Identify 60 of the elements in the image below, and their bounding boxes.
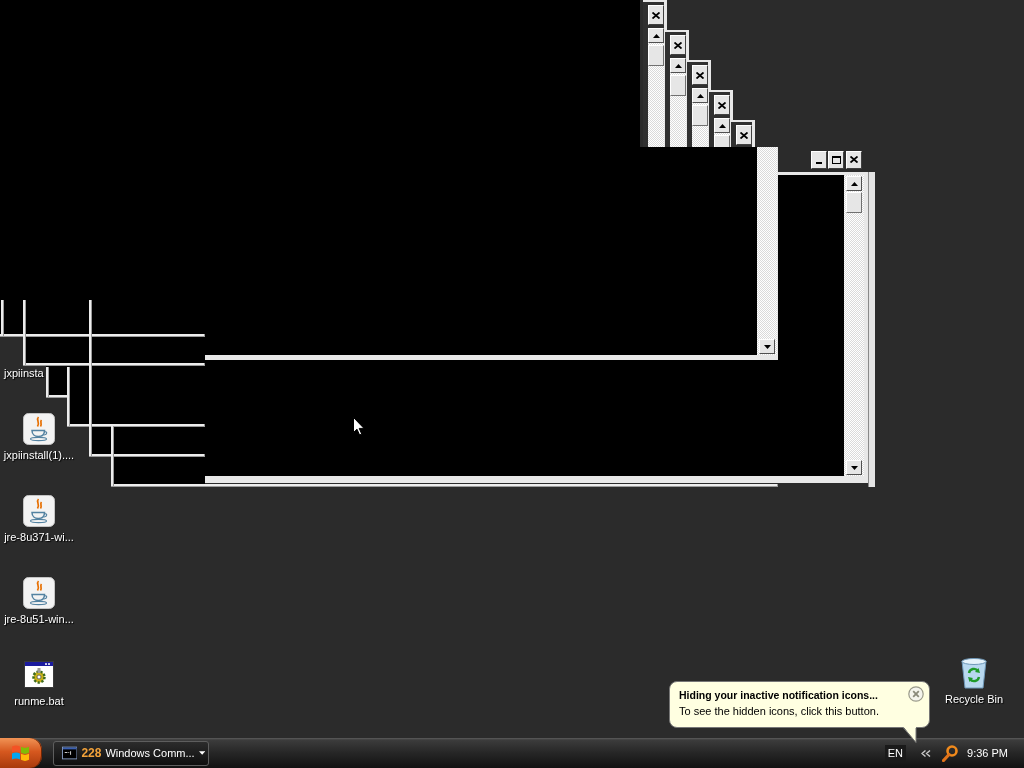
scrollbar-thumb[interactable] (846, 192, 862, 213)
taskbar-button[interactable]: 228 Windows Comm... (53, 740, 209, 766)
caret-down-icon (198, 751, 205, 755)
scroll-down-button[interactable] (759, 339, 775, 354)
scroll-up-button[interactable] (648, 28, 664, 43)
balloon-pointer (903, 727, 917, 743)
windows-logo-icon (11, 744, 31, 762)
scroll-up-button[interactable] (670, 58, 686, 73)
magnifier-icon[interactable] (942, 744, 959, 762)
maximize-icon (831, 155, 841, 164)
icon-label[interactable]: jre-8u371-wi... (4, 531, 74, 544)
caret-down-icon (850, 465, 858, 470)
icon-label[interactable]: runme.bat (14, 695, 64, 708)
scrollbar[interactable] (670, 58, 686, 147)
caret-up-icon (696, 93, 704, 98)
coffee-cup-icon[interactable] (23, 577, 55, 609)
caret-up-icon (718, 123, 726, 128)
close-icon (740, 131, 748, 139)
minimize-button[interactable] (811, 150, 827, 169)
close-icon (850, 156, 858, 163)
mouse-pointer-icon (353, 417, 365, 436)
clock: 9:36 PM (967, 747, 1008, 759)
close-icon (718, 101, 726, 109)
icon-label[interactable]: jxpiinstall(1).... (3, 449, 75, 462)
scrollbar-thumb[interactable] (670, 75, 686, 96)
start-button[interactable] (0, 738, 42, 768)
recycle-bin-icon[interactable] (959, 657, 989, 689)
close-icon (674, 41, 682, 49)
caret-up-icon (850, 181, 858, 186)
scrollbar[interactable] (757, 147, 777, 355)
caret-up-icon (674, 63, 682, 68)
icon-label[interactable]: Recycle Bin (944, 693, 1004, 706)
icon-label[interactable]: jre-8u51-win... (4, 613, 74, 626)
double-chevron-left-icon (921, 749, 932, 757)
scroll-down-button[interactable] (846, 460, 862, 475)
scroll-up-button[interactable] (846, 176, 862, 191)
scroll-up-button[interactable] (714, 118, 730, 133)
scrollbar[interactable] (714, 118, 730, 147)
coffee-cup-icon[interactable] (23, 495, 55, 527)
language-button[interactable]: EN (884, 744, 907, 762)
scrollbar[interactable] (844, 175, 864, 476)
caret-down-icon (763, 344, 771, 349)
close-icon (696, 71, 704, 79)
caret-up-icon (652, 33, 660, 38)
scrollbar[interactable] (692, 88, 708, 147)
coffee-cup-icon[interactable] (23, 413, 55, 445)
window-gear-icon[interactable] (23, 659, 55, 691)
minimize-icon (816, 161, 822, 164)
scrollbar-thumb[interactable] (648, 45, 664, 66)
scrollbar[interactable] (648, 28, 664, 147)
scrollbar-thumb[interactable] (692, 105, 708, 126)
maximize-button[interactable] (828, 150, 844, 169)
close-icon (908, 686, 924, 702)
close-icon (652, 11, 660, 19)
scroll-up-button[interactable] (692, 88, 708, 103)
balloon-text: To see the hidden icons, click this button. (679, 705, 880, 718)
command-prompt-icon (62, 746, 78, 760)
icon-label[interactable]: jxpiinsta (4, 367, 44, 380)
balloon-title: Hiding your inactive notification icons... (679, 689, 878, 702)
notification-balloon[interactable]: Hiding your inactive notification icons... To see the hidden icons, click this button. (669, 681, 930, 728)
